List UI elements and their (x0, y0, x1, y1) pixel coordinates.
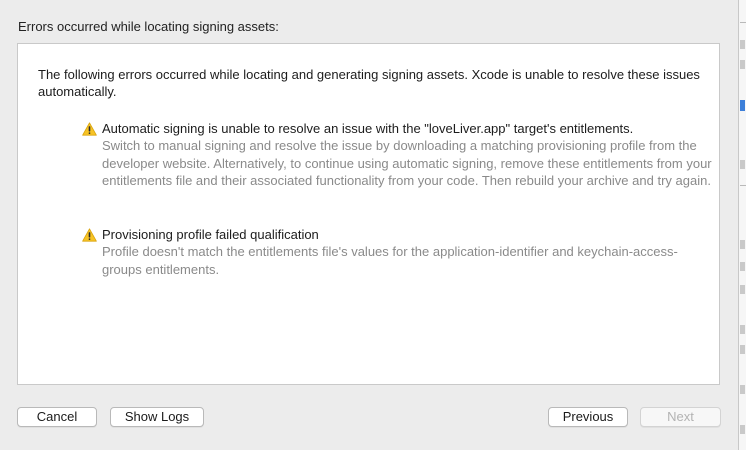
background-window-edge (739, 0, 746, 450)
background-fragment (740, 185, 746, 186)
warning-icon (82, 228, 97, 242)
signing-errors-sheet: Errors occurred while locating signing a… (0, 0, 739, 450)
background-fragment (740, 425, 745, 434)
issue-description: Switch to manual signing and resolve the… (102, 138, 712, 188)
background-fragment (740, 262, 745, 271)
background-fragment (740, 285, 745, 294)
background-fragment (740, 100, 745, 111)
issue-title: Automatic signing is unable to resolve a… (102, 121, 634, 136)
next-button: Next (640, 407, 721, 427)
background-fragment (740, 40, 745, 49)
errors-panel: The following errors occurred while loca… (17, 43, 720, 385)
intro-text: The following errors occurred while loca… (38, 67, 700, 99)
background-fragment (740, 60, 745, 69)
background-fragment (740, 345, 745, 354)
issue-title: Provisioning profile failed qualificatio… (102, 227, 319, 242)
background-fragment (740, 385, 745, 394)
warning-icon (82, 122, 97, 136)
background-fragment (740, 160, 745, 169)
issue-description: Profile doesn't match the entitlements f… (102, 244, 678, 277)
background-fragment (740, 240, 745, 249)
sheet-header: Errors occurred while locating signing a… (18, 19, 279, 34)
show-logs-button[interactable]: Show Logs (110, 407, 204, 427)
background-fragment (740, 325, 745, 334)
background-fragment (740, 22, 746, 23)
cancel-button[interactable]: Cancel (17, 407, 97, 427)
previous-button[interactable]: Previous (548, 407, 628, 427)
